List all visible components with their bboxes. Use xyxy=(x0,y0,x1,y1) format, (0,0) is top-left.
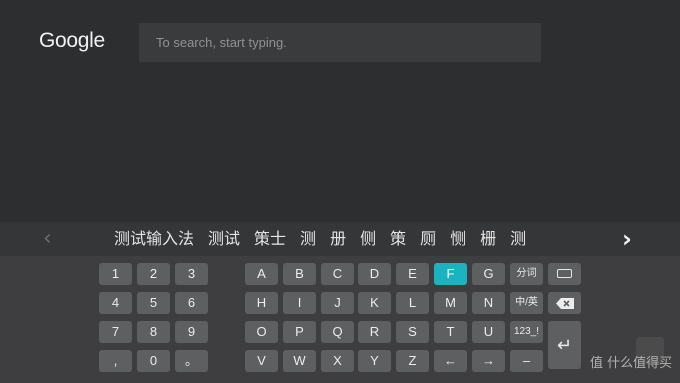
key-8[interactable]: 8 xyxy=(137,321,170,343)
minus-key[interactable]: – xyxy=(510,350,543,372)
key-l[interactable]: L xyxy=(396,292,429,314)
candidate-item[interactable]: 侧 xyxy=(360,222,376,256)
left-arrow-key[interactable]: ← xyxy=(434,350,467,372)
key-z[interactable]: Z xyxy=(396,350,429,372)
chevron-left-icon[interactable]: ‹ xyxy=(43,226,52,251)
key-4[interactable]: 4 xyxy=(99,292,132,314)
key-t[interactable]: T xyxy=(434,321,467,343)
key-a[interactable]: A xyxy=(245,263,278,285)
candidate-item[interactable]: 栅 xyxy=(480,222,496,256)
onscreen-keyboard: ‹ 测试输入法 测试 策士测册侧策厕恻栅测 › 1 2 3 4 5 6 7 8 9 … xyxy=(0,222,680,383)
key-period[interactable]: 。 xyxy=(175,350,208,372)
key-y[interactable]: Y xyxy=(358,350,391,372)
key-g[interactable]: G xyxy=(472,263,505,285)
watermark-text: 值 什么值得买 xyxy=(590,356,673,371)
key-k[interactable]: K xyxy=(358,292,391,314)
lang-toggle-key[interactable]: 中/英 xyxy=(510,292,543,314)
key-e[interactable]: E xyxy=(396,263,429,285)
key-h[interactable]: H xyxy=(245,292,278,314)
candidate-list: 测试输入法 测试 策士测册侧策厕恻栅测 xyxy=(114,222,540,256)
key-7[interactable]: 7 xyxy=(99,321,132,343)
key-f-selected[interactable]: F xyxy=(434,263,467,285)
chevron-right-icon[interactable]: › xyxy=(622,225,632,253)
segment-key[interactable]: 分词 xyxy=(510,263,543,285)
key-n[interactable]: N xyxy=(472,292,505,314)
key-d[interactable]: D xyxy=(358,263,391,285)
key-r[interactable]: R xyxy=(358,321,391,343)
keyboard-switch-key[interactable] xyxy=(548,263,581,285)
candidate-item[interactable]: 厕 xyxy=(420,222,436,256)
enter-key[interactable]: ↵ xyxy=(548,321,581,369)
top-area: Google To search, start typing. xyxy=(0,0,680,222)
backspace-icon xyxy=(555,298,574,309)
candidate-item[interactable]: 策 xyxy=(390,222,406,256)
key-6[interactable]: 6 xyxy=(175,292,208,314)
search-input[interactable]: To search, start typing. xyxy=(139,23,541,62)
candidate-item[interactable]: 测试输入法 xyxy=(114,222,194,256)
symbols-key[interactable]: 123_! xyxy=(510,321,543,343)
key-x[interactable]: X xyxy=(321,350,354,372)
candidate-item[interactable]: 测 xyxy=(300,222,316,256)
right-arrow-key[interactable]: → xyxy=(472,350,505,372)
key-1[interactable]: 1 xyxy=(99,263,132,285)
candidate-item[interactable]: 策士 xyxy=(254,222,286,256)
key-o[interactable]: O xyxy=(245,321,278,343)
key-b[interactable]: B xyxy=(283,263,316,285)
key-u[interactable]: U xyxy=(472,321,505,343)
key-s[interactable]: S xyxy=(396,321,429,343)
key-5[interactable]: 5 xyxy=(137,292,170,314)
key-p[interactable]: P xyxy=(283,321,316,343)
key-q[interactable]: Q xyxy=(321,321,354,343)
candidate-item[interactable]: 恻 xyxy=(450,222,466,256)
key-2[interactable]: 2 xyxy=(137,263,170,285)
key-c[interactable]: C xyxy=(321,263,354,285)
backspace-key[interactable] xyxy=(548,292,581,314)
key-comma[interactable]: , xyxy=(99,350,132,372)
candidate-item[interactable]: 测 xyxy=(510,222,526,256)
key-j[interactable]: J xyxy=(321,292,354,314)
google-logo: Google xyxy=(39,29,105,52)
keyboard-icon xyxy=(557,269,572,278)
key-m[interactable]: M xyxy=(434,292,467,314)
key-v[interactable]: V xyxy=(245,350,278,372)
key-0[interactable]: 0 xyxy=(137,350,170,372)
key-3[interactable]: 3 xyxy=(175,263,208,285)
candidate-bar: ‹ 测试输入法 测试 策士测册侧策厕恻栅测 › xyxy=(0,222,680,256)
candidate-item[interactable]: 测试 xyxy=(208,222,240,256)
key-9[interactable]: 9 xyxy=(175,321,208,343)
key-i[interactable]: I xyxy=(283,292,316,314)
key-w[interactable]: W xyxy=(283,350,316,372)
candidate-item[interactable]: 册 xyxy=(330,222,346,256)
